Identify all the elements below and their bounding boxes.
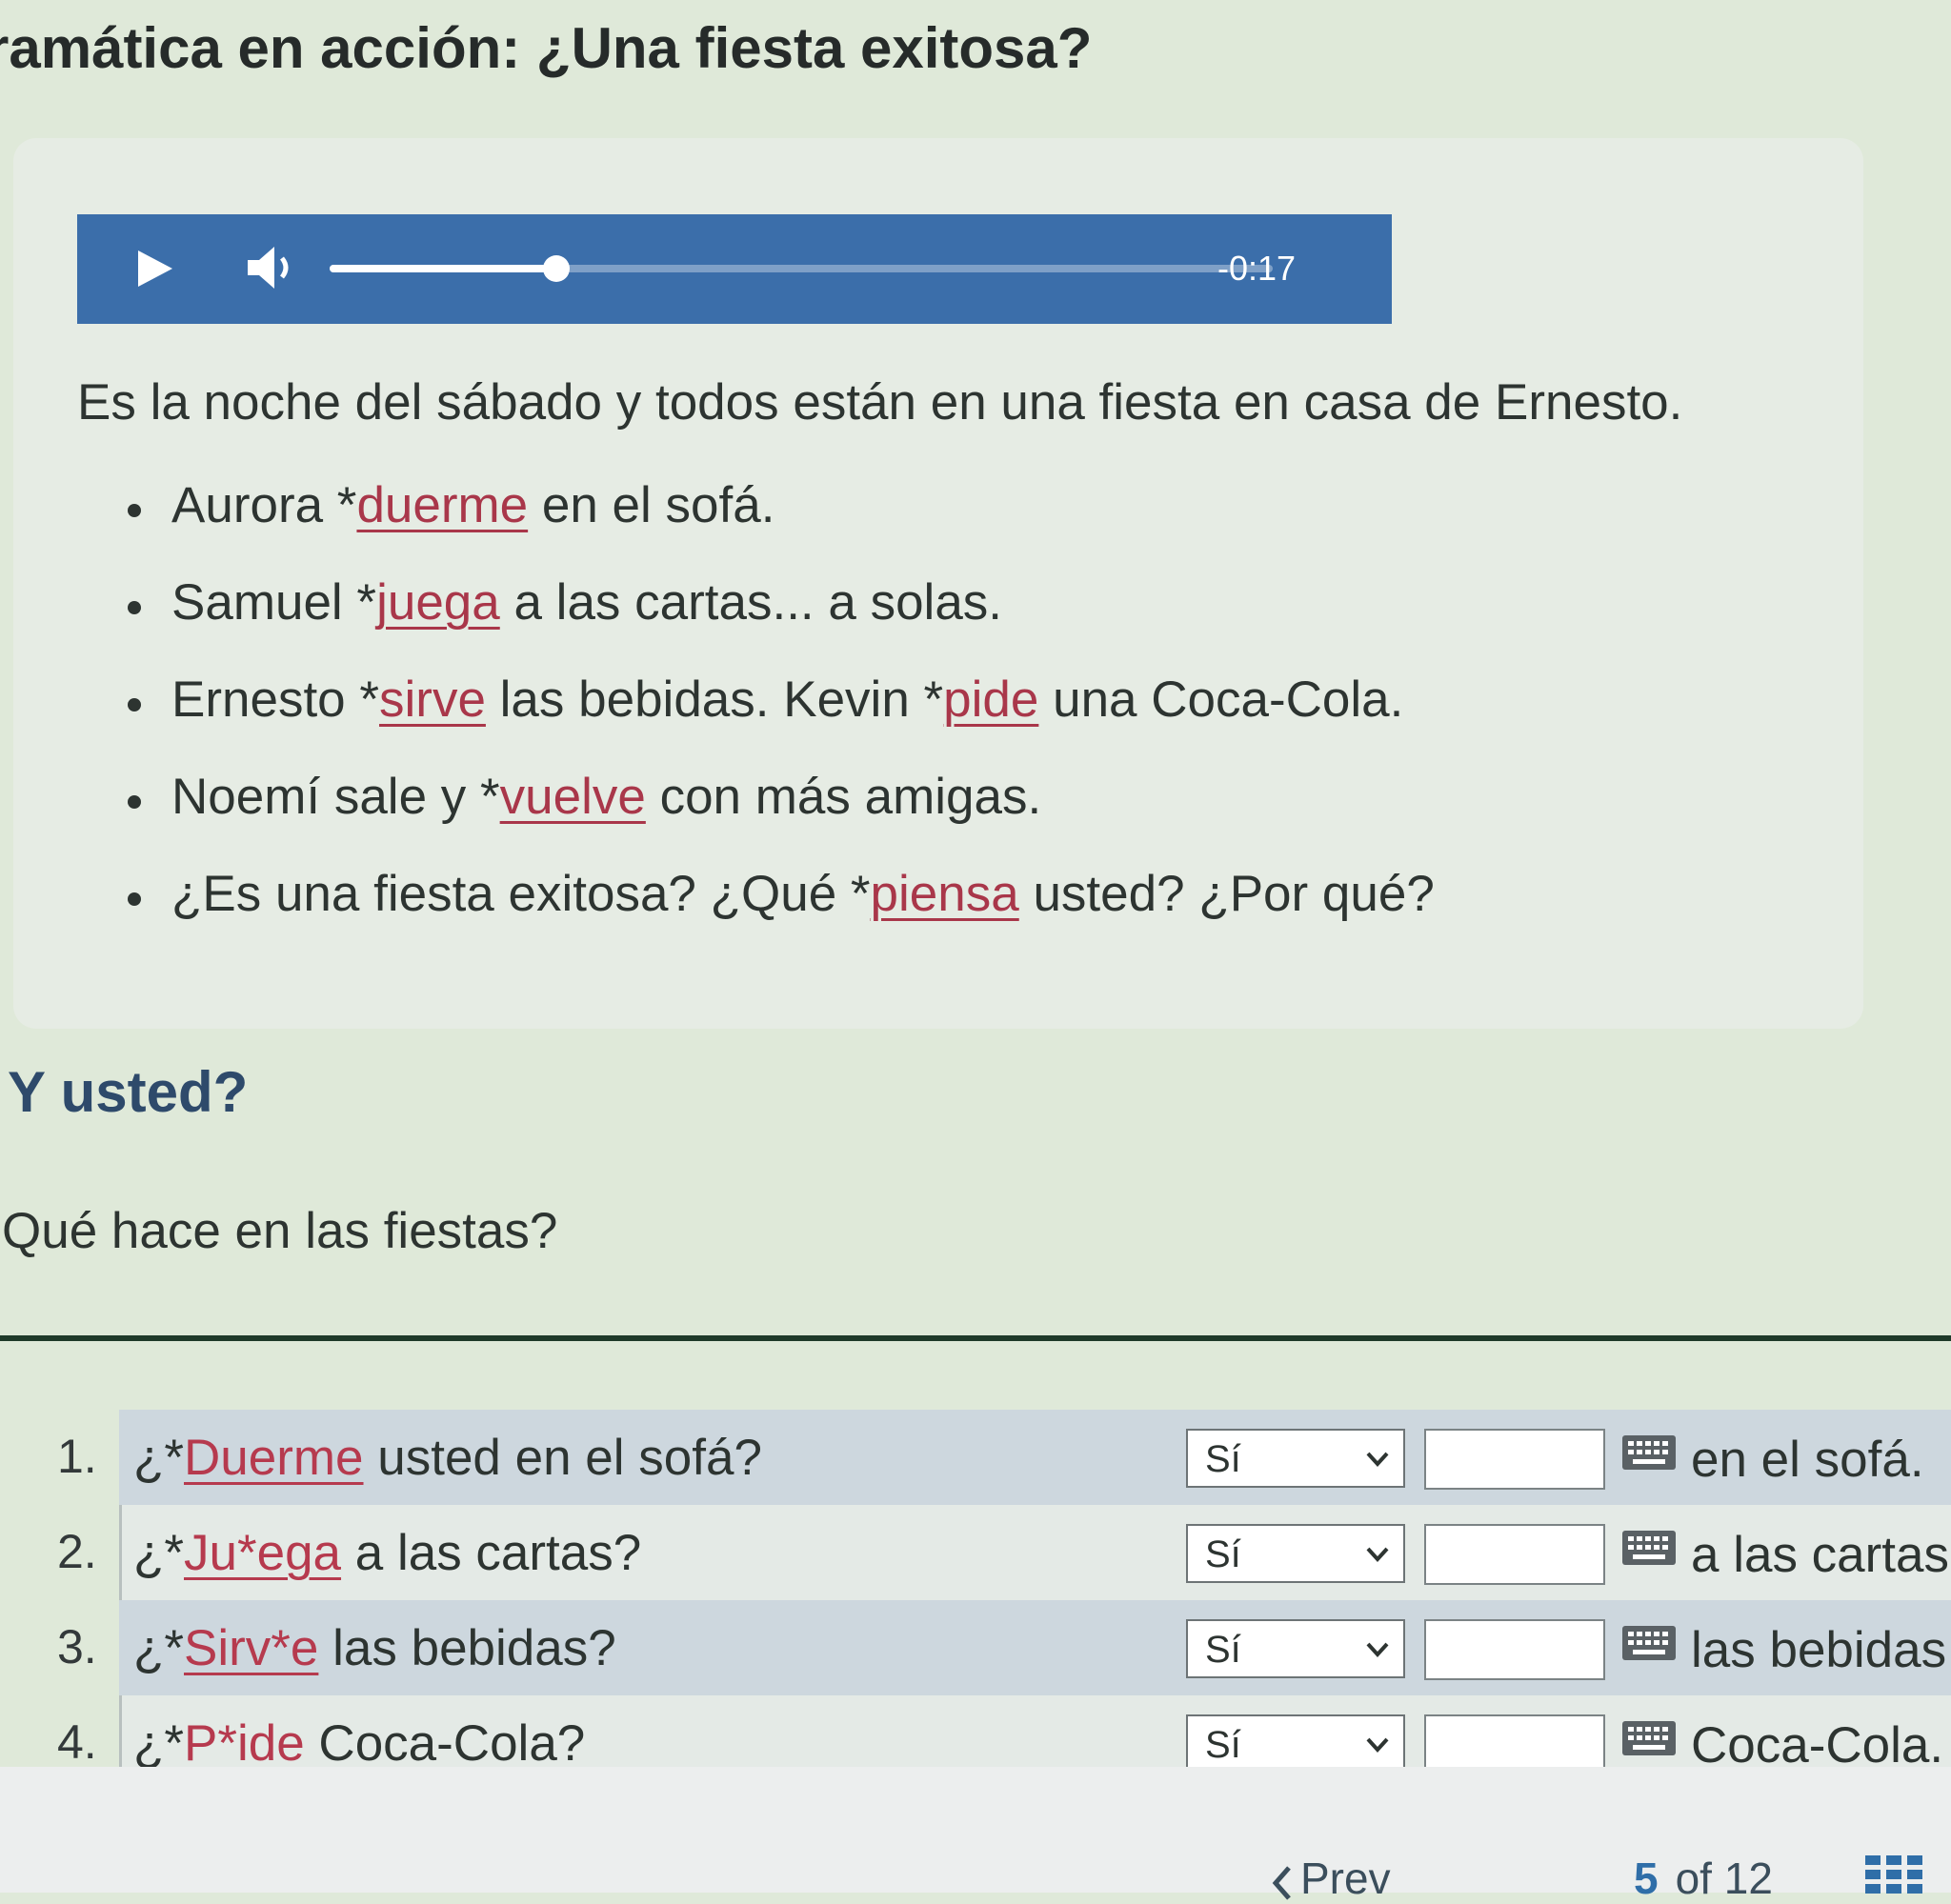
bullet-item: Samuel *juega a las cartas... a solas. <box>128 573 1435 671</box>
chevron-down-icon <box>1366 1737 1389 1753</box>
answer-select[interactable]: Sí <box>1186 1714 1405 1767</box>
row-number: 1. <box>57 1430 97 1483</box>
select-value: Sí <box>1205 1438 1241 1480</box>
question-row: 3. ¿*Sirv*e las bebidas? Sí las bebidas <box>0 1600 1951 1695</box>
verb-link[interactable]: juega <box>376 574 500 631</box>
bullet-text: Aurora * <box>171 477 357 533</box>
bullet-text: Samuel * <box>171 574 377 631</box>
answer-select[interactable]: Sí <box>1186 1619 1405 1678</box>
row-question: ¿*Duerme usted en el sofá? <box>133 1429 762 1487</box>
bullet-text: Noemí sale y * <box>171 769 500 825</box>
keyboard-icon[interactable] <box>1621 1720 1677 1756</box>
section-question: Qué hace en las fiestas? <box>2 1203 558 1259</box>
row-number: 3. <box>57 1620 97 1674</box>
answer-input[interactable] <box>1424 1524 1605 1585</box>
grid-icon[interactable] <box>1865 1855 1922 1894</box>
intro-text: Es la noche del sábado y todos están en … <box>77 374 1683 431</box>
bullet-item: ¿Es una fiesta exitosa? ¿Qué *piensa ust… <box>128 865 1435 962</box>
row-question-rest: las bebidas? <box>318 1620 616 1676</box>
bullet-item: Aurora *duerme en el sofá. <box>128 476 1435 573</box>
bullet-text: usted? ¿Por qué? <box>1018 866 1435 922</box>
verb-link[interactable]: Duerme <box>184 1430 364 1486</box>
row-question: ¿*Sirv*e las bebidas? <box>133 1619 616 1677</box>
keyboard-icon[interactable] <box>1621 1625 1677 1661</box>
row-question-prefix: ¿* <box>133 1620 184 1676</box>
row-suffix: a las cartas <box>1691 1527 1950 1583</box>
play-icon[interactable] <box>132 247 176 291</box>
select-value: Sí <box>1205 1724 1241 1766</box>
bullet-text: en el sofá. <box>528 477 775 533</box>
answer-input[interactable] <box>1424 1619 1605 1680</box>
row-question-rest: Coca-Cola? <box>304 1715 586 1767</box>
chevron-left-icon <box>1272 1866 1291 1900</box>
row-number: 2. <box>57 1525 97 1578</box>
row-question-prefix: ¿* <box>133 1715 184 1767</box>
bullet-text: una Coca-Cola. <box>1038 671 1404 728</box>
answer-select[interactable]: Sí <box>1186 1429 1405 1488</box>
verb-link[interactable]: pide <box>943 671 1038 728</box>
volume-icon[interactable] <box>244 243 299 292</box>
section-heading: Y usted? <box>8 1060 249 1124</box>
select-value: Sí <box>1205 1629 1241 1671</box>
prev-button[interactable]: Prev <box>1272 1853 1391 1904</box>
question-row: 1. ¿*Duerme usted en el sofá? Sí en el s… <box>0 1410 1951 1505</box>
row-question-prefix: ¿* <box>133 1430 184 1486</box>
answer-select[interactable]: Sí <box>1186 1524 1405 1583</box>
bullet-item: Noemí sale y *vuelve con más amigas. <box>128 768 1435 865</box>
row-question-rest: a las cartas? <box>341 1525 642 1581</box>
verb-link[interactable]: vuelve <box>500 769 646 825</box>
verb-link[interactable]: Sirv*e <box>184 1620 318 1676</box>
row-question: ¿*Ju*ega a las cartas? <box>133 1524 641 1582</box>
verb-link[interactable]: Ju*ega <box>184 1525 341 1581</box>
row-question: ¿*P*ide Coca-Cola? <box>133 1714 585 1767</box>
bullet-item: Ernesto *sirve las bebidas. Kevin *pide … <box>128 671 1435 768</box>
page-indicator: 5 of 12 <box>1634 1853 1773 1904</box>
row-question-rest: usted en el sofá? <box>363 1430 762 1486</box>
question-row: 2. ¿*Ju*ega a las cartas? Sí a las carta… <box>0 1505 1951 1600</box>
chevron-down-icon <box>1366 1547 1389 1562</box>
page-current: 5 <box>1634 1854 1659 1903</box>
bullet-text: con más amigas. <box>645 769 1042 825</box>
answer-input[interactable] <box>1424 1714 1605 1767</box>
verb-link[interactable]: P*ide <box>184 1715 305 1767</box>
row-suffix: Coca-Cola. <box>1691 1717 1944 1767</box>
question-row: 4. ¿*P*ide Coca-Cola? Sí Coca-Cola. <box>0 1695 1951 1767</box>
audio-seek-handle[interactable] <box>542 255 570 282</box>
chevron-down-icon <box>1366 1642 1389 1657</box>
divider <box>0 1335 1951 1341</box>
chevron-down-icon <box>1366 1452 1389 1467</box>
verb-link[interactable]: duerme <box>356 477 528 533</box>
page-total: of 12 <box>1675 1854 1773 1903</box>
bullet-text: ¿Es una fiesta exitosa? ¿Qué * <box>171 866 871 922</box>
row-suffix: en el sofá. <box>1691 1432 1924 1488</box>
row-number: 4. <box>57 1715 97 1767</box>
prev-label: Prev <box>1300 1854 1391 1903</box>
verb-link[interactable]: sirve <box>379 671 486 728</box>
keyboard-icon[interactable] <box>1621 1434 1677 1471</box>
select-value: Sí <box>1205 1533 1241 1575</box>
audio-player: -0:17 <box>77 214 1392 324</box>
row-question-prefix: ¿* <box>133 1525 184 1581</box>
bullet-text: las bebidas. Kevin * <box>485 671 944 728</box>
story-bullets: Aurora *duerme en el sofá. Samuel *juega… <box>128 476 1435 962</box>
audio-progress <box>330 265 556 272</box>
keyboard-icon[interactable] <box>1621 1530 1677 1566</box>
audio-seek-bar[interactable] <box>330 255 1273 282</box>
page-title: ramática en acción: ¿Una fiesta exitosa? <box>0 16 1093 80</box>
row-suffix: las bebidas <box>1691 1622 1947 1678</box>
question-list: 1. ¿*Duerme usted en el sofá? Sí en el s… <box>0 1410 1951 1767</box>
answer-input[interactable] <box>1424 1429 1605 1490</box>
bullet-text: Ernesto * <box>171 671 380 728</box>
verb-link[interactable]: piensa <box>871 866 1019 922</box>
audio-time-remaining: -0:17 <box>1217 249 1297 288</box>
bullet-text: a las cartas... a solas. <box>499 574 1003 631</box>
